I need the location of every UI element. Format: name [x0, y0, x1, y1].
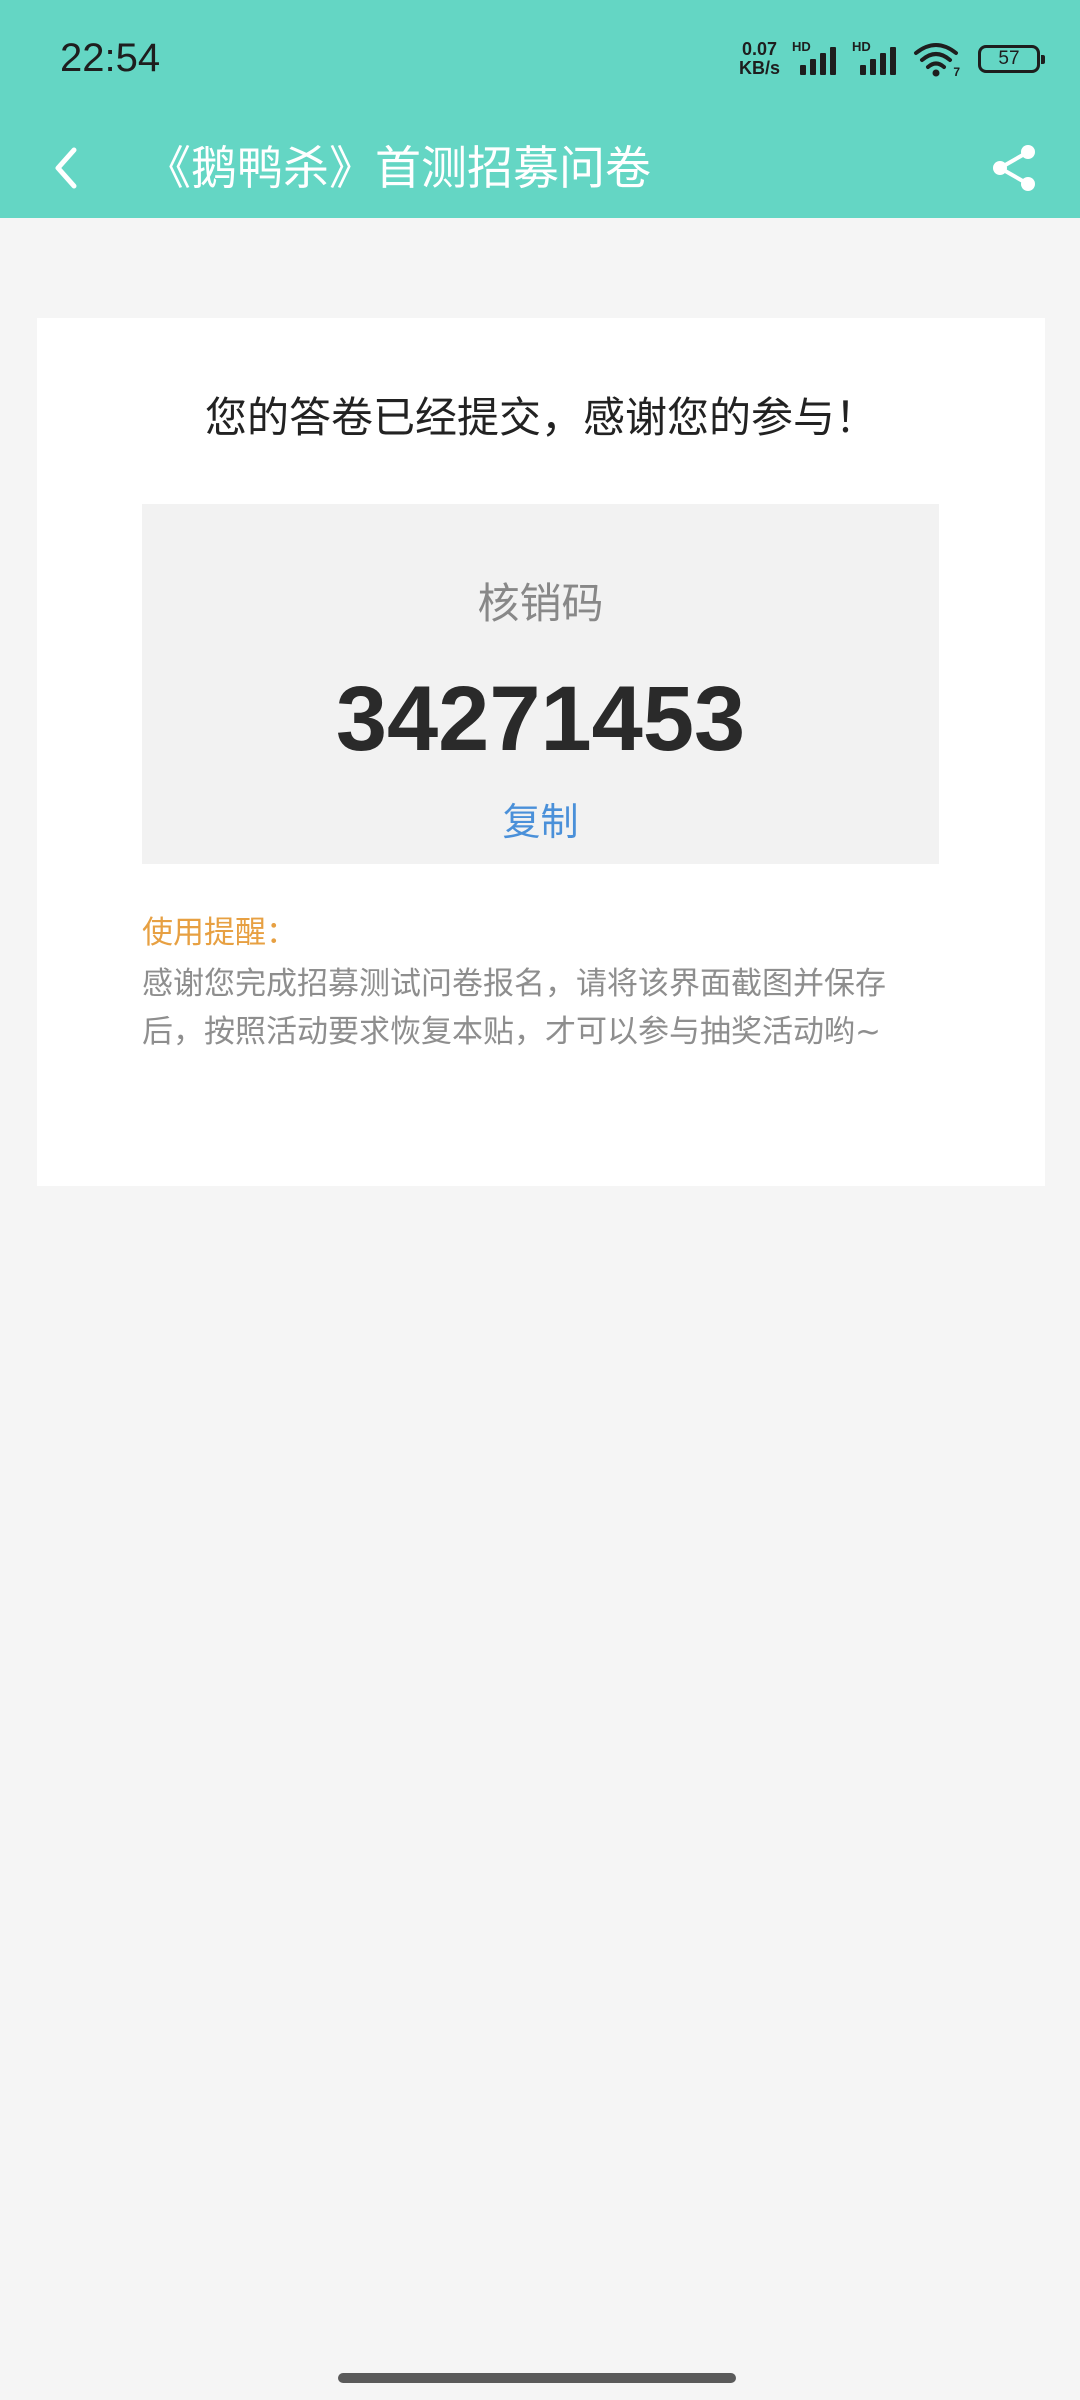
- signal-2-icon: HD: [852, 39, 900, 79]
- network-speed-unit: KB/s: [738, 58, 780, 78]
- signal-1-icon: HD: [792, 39, 840, 79]
- verification-code-value: 34271453: [335, 668, 746, 770]
- wifi-icon: 7: [912, 39, 960, 79]
- wifi-standard-label: 7: [953, 65, 960, 79]
- app-header: 22:54 0.07 KB/s HD HD 7 57 《鹅鸭杀》首测招募问卷: [0, 0, 1080, 218]
- submission-result-card: 您的答卷已经提交，感谢您的参与！ 核销码 34271453 复制 使用提醒： 感…: [37, 318, 1045, 1186]
- chevron-left-icon: [55, 147, 77, 189]
- home-indicator[interactable]: [338, 2373, 736, 2383]
- copy-code-button[interactable]: 复制: [142, 794, 939, 850]
- usage-reminder-title: 使用提醒：: [142, 915, 297, 951]
- navigation-bar: 《鹅鸭杀》首测招募问卷: [0, 118, 1080, 218]
- network-speed: 0.07 KB/s: [739, 40, 780, 78]
- verification-code-box: 核销码 34271453 复制: [142, 504, 939, 864]
- verification-code-label: 核销码: [477, 579, 604, 628]
- signal-2-hd-label: HD: [852, 39, 871, 54]
- usage-reminder-text: 感谢您完成招募测试问卷报名，请将该界面截图并保存后，按照活动要求恢复本贴，才可以…: [142, 966, 886, 1050]
- back-button[interactable]: [30, 132, 102, 204]
- status-bar: 22:54 0.07 KB/s HD HD 7 57: [0, 0, 1080, 118]
- battery-icon: 57: [978, 45, 1045, 73]
- network-speed-value: 0.07: [741, 39, 778, 59]
- submission-success-message: 您的答卷已经提交，感谢您的参与！: [204, 393, 877, 442]
- battery-level: 57: [998, 48, 1020, 69]
- share-button[interactable]: [978, 132, 1050, 204]
- status-time: 22:54: [60, 36, 161, 80]
- share-icon: [993, 145, 1035, 191]
- status-icons: 0.07 KB/s HD HD 7 57: [739, 34, 1045, 84]
- signal-1-hd-label: HD: [792, 39, 811, 54]
- page-title: 《鹅鸭杀》首测招募问卷: [145, 141, 651, 195]
